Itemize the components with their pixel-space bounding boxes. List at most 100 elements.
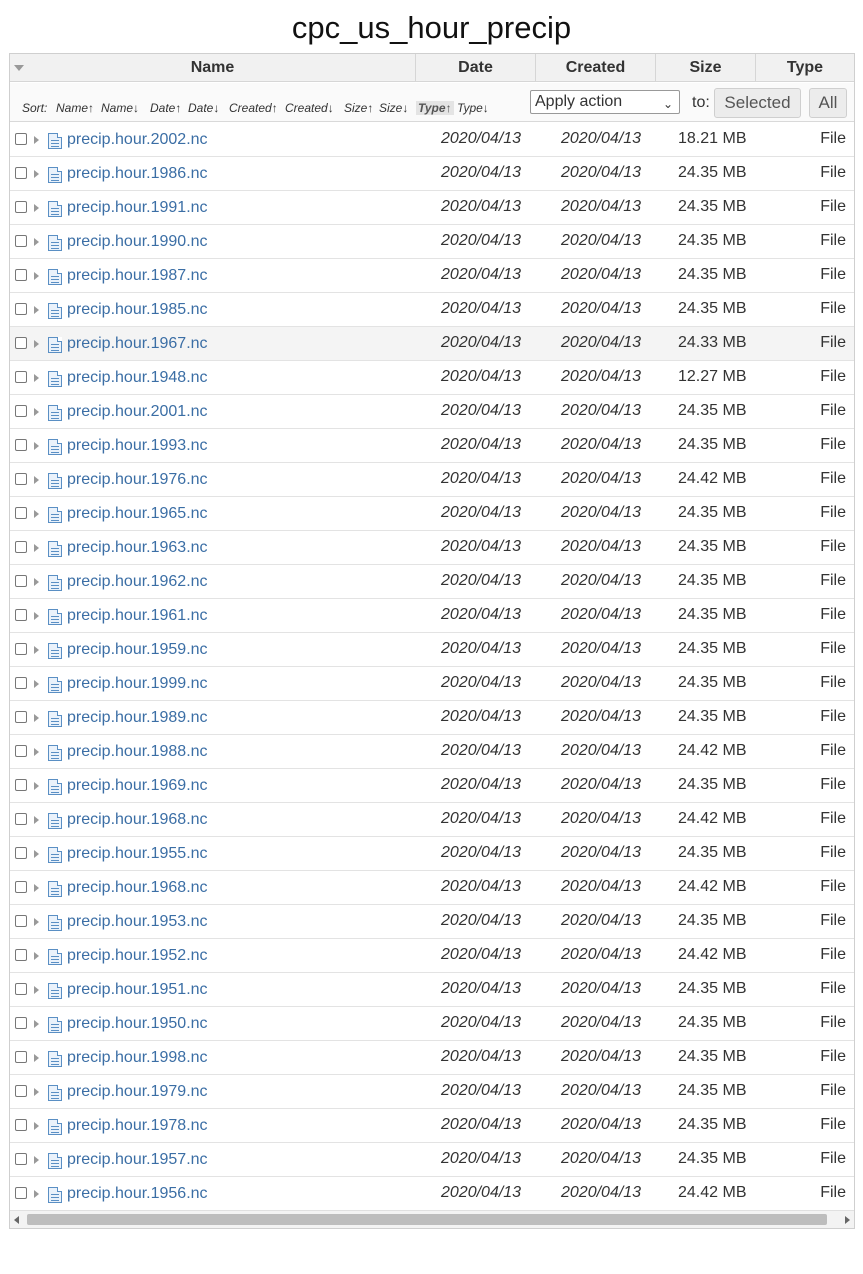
file-name-link[interactable]: precip.hour.1986.nc <box>67 165 208 183</box>
file-name-link[interactable]: precip.hour.1952.nc <box>67 947 208 965</box>
file-name-link[interactable]: precip.hour.1967.nc <box>67 335 208 353</box>
table-row[interactable]: precip.hour.1962.nc 2020/04/13 2020/04/13 2… <box>10 565 854 599</box>
expand-arrow-icon[interactable] <box>34 544 39 552</box>
selected-button[interactable]: Selected <box>714 88 801 118</box>
expand-arrow-icon[interactable] <box>34 136 39 144</box>
file-name-link[interactable]: precip.hour.1956.nc <box>67 1185 208 1203</box>
table-row[interactable]: precip.hour.1989.nc 2020/04/13 2020/04/13 2… <box>10 701 854 735</box>
table-row[interactable]: precip.hour.2002.nc 2020/04/13 2020/04/13 1… <box>10 123 854 157</box>
expand-arrow-icon[interactable] <box>34 612 39 620</box>
row-checkbox[interactable] <box>15 507 27 519</box>
expand-arrow-icon[interactable] <box>34 408 39 416</box>
column-name[interactable]: Name <box>10 54 415 82</box>
file-name-link[interactable]: precip.hour.1969.nc <box>67 777 208 795</box>
table-row[interactable]: precip.hour.1986.nc 2020/04/13 2020/04/13 2… <box>10 157 854 191</box>
file-name-link[interactable]: precip.hour.2001.nc <box>67 403 208 421</box>
row-checkbox[interactable] <box>15 269 27 281</box>
row-checkbox[interactable] <box>15 473 27 485</box>
file-name-link[interactable]: precip.hour.1948.nc <box>67 369 208 387</box>
file-name-link[interactable]: precip.hour.2002.nc <box>67 131 208 149</box>
file-name-link[interactable]: precip.hour.1962.nc <box>67 573 208 591</box>
table-row[interactable]: precip.hour.1957.nc 2020/04/13 2020/04/13 2… <box>10 1143 854 1177</box>
apply-action-select[interactable]: Apply action ⌄ <box>530 90 680 114</box>
table-row[interactable]: precip.hour.1999.nc 2020/04/13 2020/04/13 2… <box>10 667 854 701</box>
all-button[interactable]: All <box>809 88 847 118</box>
expand-arrow-icon[interactable] <box>34 442 39 450</box>
file-name-link[interactable]: precip.hour.1957.nc <box>67 1151 208 1169</box>
sort-name-desc[interactable]: Name↓ <box>101 101 139 115</box>
file-name-link[interactable]: precip.hour.1990.nc <box>67 233 208 251</box>
table-row[interactable]: precip.hour.1991.nc 2020/04/13 2020/04/13 2… <box>10 191 854 225</box>
row-checkbox[interactable] <box>15 371 27 383</box>
row-checkbox[interactable] <box>15 949 27 961</box>
expand-arrow-icon[interactable] <box>34 884 39 892</box>
horizontal-scrollbar[interactable] <box>10 1210 854 1228</box>
file-name-link[interactable]: precip.hour.1968.nc <box>67 879 208 897</box>
expand-arrow-icon[interactable] <box>34 1054 39 1062</box>
expand-arrow-icon[interactable] <box>34 374 39 382</box>
table-row[interactable]: precip.hour.1951.nc 2020/04/13 2020/04/13 2… <box>10 973 854 1007</box>
row-checkbox[interactable] <box>15 1017 27 1029</box>
sort-size-asc[interactable]: Size↑ <box>344 101 373 115</box>
row-checkbox[interactable] <box>15 779 27 791</box>
sort-created-asc[interactable]: Created↑ <box>229 101 278 115</box>
table-row[interactable]: precip.hour.1976.nc 2020/04/13 2020/04/13 2… <box>10 463 854 497</box>
table-row[interactable]: precip.hour.1965.nc 2020/04/13 2020/04/13 2… <box>10 497 854 531</box>
row-checkbox[interactable] <box>15 1051 27 1063</box>
table-row[interactable]: precip.hour.1993.nc 2020/04/13 2020/04/13 2… <box>10 429 854 463</box>
file-name-link[interactable]: precip.hour.1998.nc <box>67 1049 208 1067</box>
row-checkbox[interactable] <box>15 813 27 825</box>
row-checkbox[interactable] <box>15 133 27 145</box>
row-checkbox[interactable] <box>15 167 27 179</box>
table-row[interactable]: precip.hour.1948.nc 2020/04/13 2020/04/13 1… <box>10 361 854 395</box>
row-checkbox[interactable] <box>15 881 27 893</box>
table-row[interactable]: precip.hour.1968.nc 2020/04/13 2020/04/13 2… <box>10 871 854 905</box>
file-name-link[interactable]: precip.hour.1968.nc <box>67 811 208 829</box>
row-checkbox[interactable] <box>15 201 27 213</box>
expand-arrow-icon[interactable] <box>34 850 39 858</box>
file-name-link[interactable]: precip.hour.1991.nc <box>67 199 208 217</box>
table-row[interactable]: precip.hour.1952.nc 2020/04/13 2020/04/13 2… <box>10 939 854 973</box>
table-row[interactable]: precip.hour.1987.nc 2020/04/13 2020/04/13 2… <box>10 259 854 293</box>
file-name-link[interactable]: precip.hour.1961.nc <box>67 607 208 625</box>
sort-type-desc[interactable]: Type↓ <box>457 101 489 115</box>
file-name-link[interactable]: precip.hour.1999.nc <box>67 675 208 693</box>
scroll-left-arrow-icon[interactable] <box>14 1216 19 1224</box>
row-checkbox[interactable] <box>15 1085 27 1097</box>
scrollbar-thumb[interactable] <box>27 1214 827 1225</box>
sort-date-asc[interactable]: Date↑ <box>150 101 181 115</box>
expand-arrow-icon[interactable] <box>34 714 39 722</box>
expand-arrow-icon[interactable] <box>34 1088 39 1096</box>
row-checkbox[interactable] <box>15 541 27 553</box>
column-size[interactable]: Size <box>655 54 755 82</box>
table-row[interactable]: precip.hour.1956.nc 2020/04/13 2020/04/13 2… <box>10 1177 854 1211</box>
table-row[interactable]: precip.hour.1988.nc 2020/04/13 2020/04/13 2… <box>10 735 854 769</box>
file-name-link[interactable]: precip.hour.1993.nc <box>67 437 208 455</box>
table-row[interactable]: precip.hour.1955.nc 2020/04/13 2020/04/13 2… <box>10 837 854 871</box>
scroll-right-arrow-icon[interactable] <box>845 1216 850 1224</box>
table-row[interactable]: precip.hour.1961.nc 2020/04/13 2020/04/13 2… <box>10 599 854 633</box>
table-row[interactable]: precip.hour.1959.nc 2020/04/13 2020/04/13 2… <box>10 633 854 667</box>
expand-arrow-icon[interactable] <box>34 782 39 790</box>
column-created[interactable]: Created <box>535 54 655 82</box>
expand-arrow-icon[interactable] <box>34 1156 39 1164</box>
sort-size-desc[interactable]: Size↓ <box>379 101 408 115</box>
table-row[interactable]: precip.hour.1967.nc 2020/04/13 2020/04/13 2… <box>10 327 854 361</box>
table-row[interactable]: precip.hour.1978.nc 2020/04/13 2020/04/13 2… <box>10 1109 854 1143</box>
expand-arrow-icon[interactable] <box>34 272 39 280</box>
file-name-link[interactable]: precip.hour.1959.nc <box>67 641 208 659</box>
row-checkbox[interactable] <box>15 1119 27 1131</box>
row-checkbox[interactable] <box>15 235 27 247</box>
sort-name-asc[interactable]: Name↑ <box>56 101 94 115</box>
row-checkbox[interactable] <box>15 609 27 621</box>
row-checkbox[interactable] <box>15 337 27 349</box>
expand-arrow-icon[interactable] <box>34 238 39 246</box>
expand-arrow-icon[interactable] <box>34 476 39 484</box>
expand-arrow-icon[interactable] <box>34 578 39 586</box>
table-row[interactable]: precip.hour.1979.nc 2020/04/13 2020/04/13 2… <box>10 1075 854 1109</box>
table-row[interactable]: precip.hour.1985.nc 2020/04/13 2020/04/13 2… <box>10 293 854 327</box>
expand-arrow-icon[interactable] <box>34 170 39 178</box>
file-name-link[interactable]: precip.hour.1989.nc <box>67 709 208 727</box>
table-row[interactable]: precip.hour.1969.nc 2020/04/13 2020/04/13 2… <box>10 769 854 803</box>
row-checkbox[interactable] <box>15 303 27 315</box>
